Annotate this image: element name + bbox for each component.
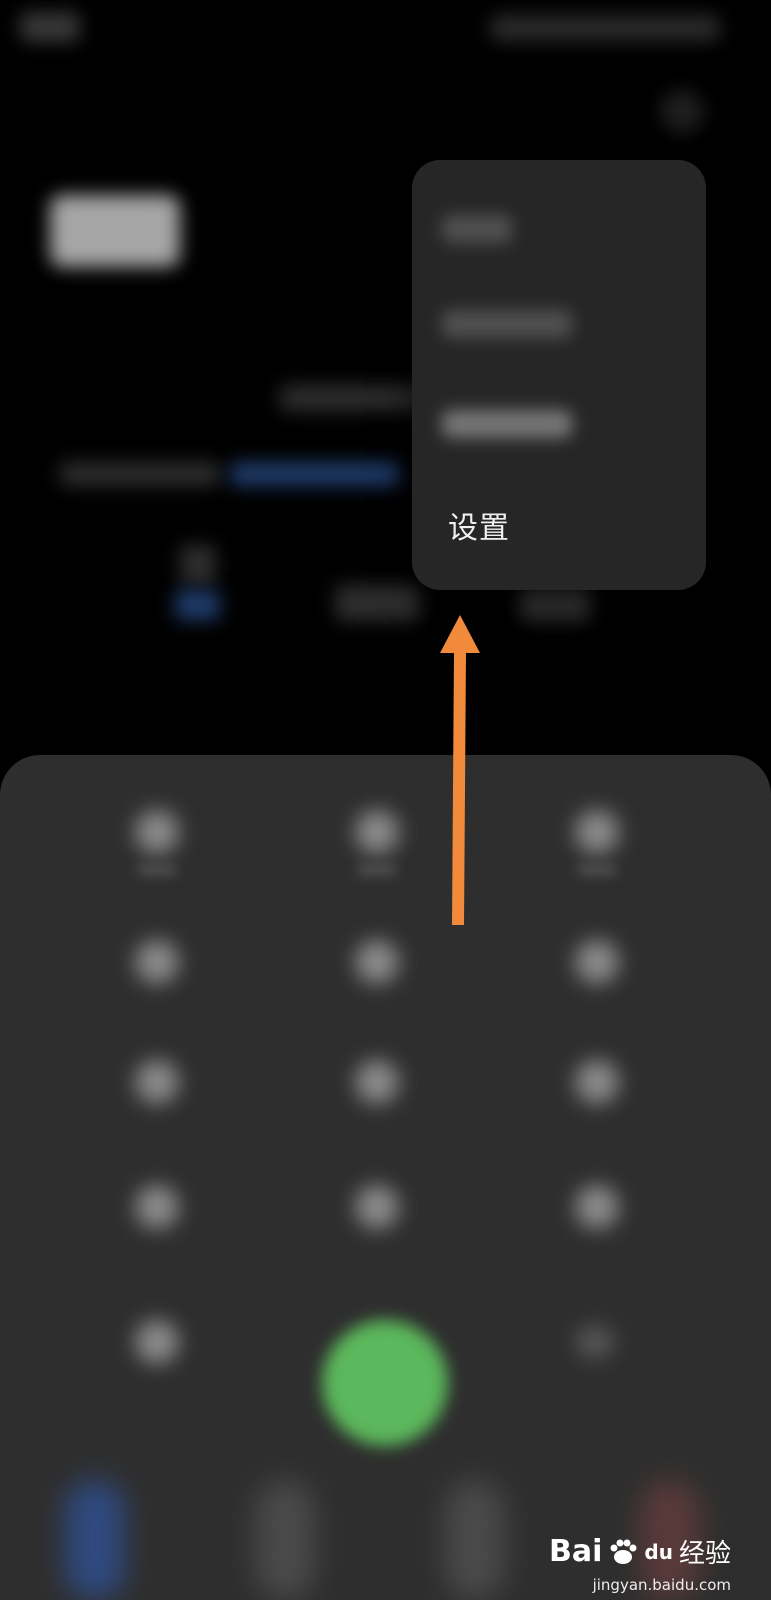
status-bar-left — [20, 12, 80, 42]
blurred-text-line — [60, 462, 220, 486]
popup-item-settings[interactable]: 设置 — [412, 460, 706, 590]
baidu-watermark: Bai du 经验 — [549, 1533, 731, 1570]
dial-key[interactable] — [355, 1060, 399, 1104]
bottom-nav-item[interactable] — [255, 1480, 315, 1600]
dialpad-panel — [0, 755, 771, 1600]
popup-item-blurred[interactable] — [442, 215, 512, 243]
dial-key[interactable] — [355, 810, 399, 854]
watermark-logo-prefix: Bai — [549, 1534, 603, 1569]
more-options-icon[interactable] — [660, 90, 704, 134]
blurred-icon — [180, 545, 216, 585]
blurred-icon — [175, 590, 220, 620]
arrow-up-icon — [440, 615, 480, 925]
popup-item-blurred[interactable] — [442, 310, 572, 338]
dial-key[interactable] — [575, 1185, 619, 1229]
call-button[interactable] — [322, 1320, 448, 1446]
watermark-url: jingyan.baidu.com — [592, 1576, 731, 1594]
dial-key[interactable] — [575, 940, 619, 984]
watermark-logo-mid: du — [644, 1539, 673, 1564]
page-title — [50, 195, 180, 267]
dial-key[interactable] — [355, 940, 399, 984]
dial-key[interactable] — [135, 940, 179, 984]
popup-menu: 设置 — [412, 160, 706, 590]
blurred-icon — [520, 585, 590, 621]
dial-key[interactable] — [135, 810, 179, 854]
blurred-text-line — [280, 385, 430, 411]
dial-key[interactable] — [575, 810, 619, 854]
backspace-icon[interactable] — [575, 1325, 615, 1359]
baidu-paw-icon — [610, 1539, 637, 1564]
dial-key-letters — [357, 865, 397, 875]
blurred-icon — [335, 585, 420, 621]
bottom-nav-item[interactable] — [65, 1480, 125, 1600]
bottom-nav-item[interactable] — [445, 1480, 505, 1600]
dial-key[interactable] — [355, 1185, 399, 1229]
dial-key[interactable] — [135, 1185, 179, 1229]
settings-label: 设置 — [448, 511, 510, 546]
popup-item-blurred[interactable] — [442, 410, 572, 438]
dial-key-letters — [137, 865, 177, 875]
dial-key[interactable] — [575, 1060, 619, 1104]
watermark-logo-suffix: 经验 — [678, 1539, 731, 1569]
dial-key[interactable] — [135, 1320, 179, 1364]
blurred-link — [230, 462, 400, 486]
status-bar-right — [490, 15, 720, 41]
dial-key-letters — [577, 865, 617, 875]
dial-key[interactable] — [135, 1060, 179, 1104]
